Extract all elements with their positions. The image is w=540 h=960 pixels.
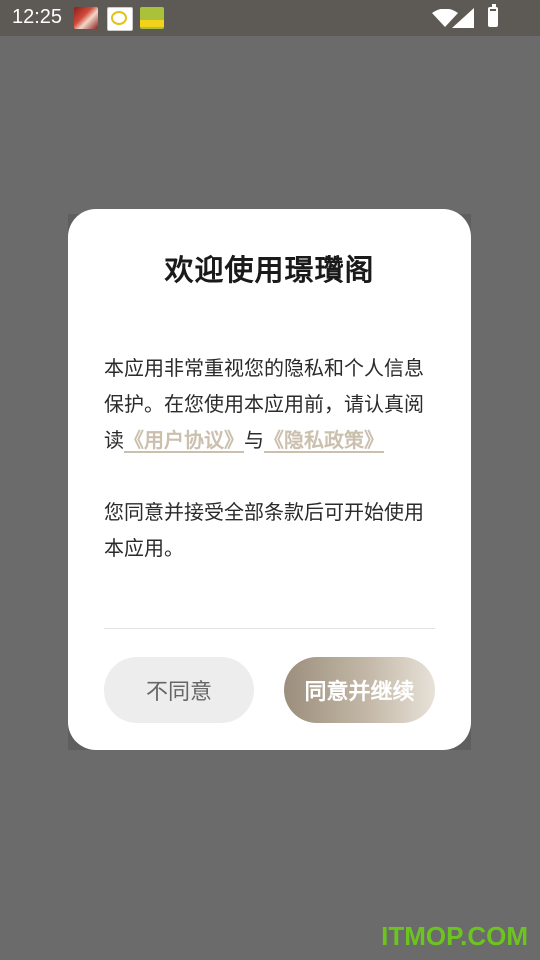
watermark: ITMOP.COM (381, 921, 528, 951)
green-app-icon (140, 7, 164, 29)
status-bar: 12:25 (0, 0, 540, 36)
wifi-icon (432, 9, 458, 27)
divider (104, 628, 435, 629)
decline-button[interactable]: 不同意 (104, 657, 254, 723)
user-agreement-link[interactable]: 《用户协议》 (124, 428, 244, 452)
red-app-icon (74, 7, 98, 29)
intro-paragraph: 本应用非常重视您的隐私和个人信息保护。在您使用本应用前，请认真阅读《用户协议》与… (104, 350, 434, 458)
battery-icon (488, 4, 498, 27)
dialog-body: 本应用非常重视您的隐私和个人信息保护。在您使用本应用前，请认真阅读《用户协议》与… (104, 350, 434, 566)
privacy-policy-link[interactable]: 《隐私政策》 (264, 428, 384, 452)
connector-text: 与 (244, 428, 264, 452)
accept-continue-button[interactable]: 同意并继续 (284, 657, 435, 723)
consent-paragraph: 您同意并接受全部条款后可开始使用本应用。 (104, 500, 424, 560)
privacy-dialog: 欢迎使用璟瓚阁 本应用非常重视您的隐私和个人信息保护。在您使用本应用前，请认真阅… (68, 209, 471, 750)
status-time: 12:25 (12, 6, 63, 28)
yk-app-icon (107, 7, 133, 31)
dialog-title: 欢迎使用璟瓚阁 (164, 253, 375, 287)
